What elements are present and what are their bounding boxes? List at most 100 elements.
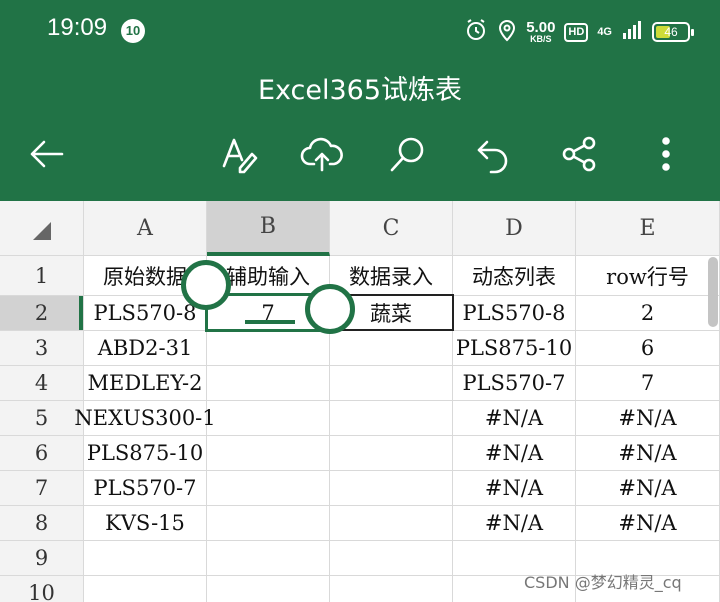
cell-text: #N/A	[484, 511, 544, 535]
cell-d1[interactable]: 动态列表	[453, 256, 576, 296]
cell-c4[interactable]	[330, 366, 453, 401]
column-header-d[interactable]: D	[453, 201, 576, 256]
row-header-6[interactable]: 6	[0, 436, 84, 471]
cell-text: MEDLEY-2	[87, 371, 203, 395]
undo-icon	[473, 134, 513, 178]
search-button[interactable]	[384, 132, 432, 180]
cell-c6[interactable]	[330, 436, 453, 471]
cell-c5[interactable]	[330, 401, 453, 436]
cell-b8[interactable]	[207, 506, 330, 541]
row-header-8[interactable]: 8	[0, 506, 84, 541]
cell-c10[interactable]	[330, 576, 453, 602]
cell-c8[interactable]	[330, 506, 453, 541]
status-bar: 19:09 10 5.00 KB/S HD 4G 46	[0, 0, 720, 62]
cell-e2[interactable]: 2	[576, 296, 720, 331]
cell-text: PLS875-10	[455, 336, 573, 360]
row-header-9[interactable]: 9	[0, 541, 84, 576]
spreadsheet-grid[interactable]: A B C D E 1 原始数据 辅助输入 数据录入 动态列表 row行号 2 PLS570-8 7 蔬菜 P…	[0, 201, 720, 602]
cell-d3[interactable]: PLS875-10	[453, 331, 576, 366]
cell-text: #N/A	[618, 406, 677, 430]
select-all-corner[interactable]	[0, 201, 84, 256]
cell-a8[interactable]: KVS-15	[84, 506, 207, 541]
vertical-scrollbar[interactable]	[708, 257, 718, 327]
row-header-2[interactable]: 2	[0, 296, 84, 331]
column-header-e[interactable]: E	[576, 201, 720, 256]
cell-text: #N/A	[618, 511, 677, 535]
cell-text: KVS-15	[105, 511, 185, 535]
cell-d4[interactable]: PLS570-7	[453, 366, 576, 401]
cell-c3[interactable]	[330, 331, 453, 366]
cell-text: #N/A	[484, 476, 544, 500]
row-header-5[interactable]: 5	[0, 401, 84, 436]
cell-b10[interactable]	[207, 576, 330, 602]
search-icon	[388, 134, 428, 178]
cell-text: 辅助输入	[226, 264, 310, 289]
cell-e3[interactable]: 6	[576, 331, 720, 366]
speed-unit: KB/S	[530, 34, 552, 44]
cell-a5[interactable]: NEXUS300-1	[74, 401, 216, 436]
cell-a10[interactable]	[84, 576, 207, 602]
speed-value: 5.00	[526, 19, 556, 36]
share-button[interactable]	[555, 132, 603, 180]
row-header-1[interactable]: 1	[0, 256, 84, 296]
cell-a7[interactable]: PLS570-7	[84, 471, 207, 506]
cell-d7[interactable]: #N/A	[453, 471, 576, 506]
cell-d5[interactable]: #N/A	[453, 401, 576, 436]
selection-resize-bar[interactable]	[245, 320, 295, 324]
undo-button[interactable]	[469, 132, 517, 180]
location-icon	[497, 18, 517, 46]
cell-a4[interactable]: MEDLEY-2	[84, 366, 207, 401]
back-arrow-icon	[26, 134, 66, 178]
cell-a3[interactable]: ABD2-31	[84, 331, 207, 366]
cell-e5[interactable]: #N/A	[576, 401, 720, 436]
cell-text: PLS570-8	[93, 301, 197, 325]
cell-d8[interactable]: #N/A	[453, 506, 576, 541]
cell-b5[interactable]	[207, 401, 330, 436]
hd-badge: HD	[564, 22, 589, 42]
cell-e6[interactable]: #N/A	[576, 436, 720, 471]
cell-text: #N/A	[484, 441, 544, 465]
cell-b9[interactable]	[207, 541, 330, 576]
select-all-triangle-icon	[33, 222, 51, 240]
row-header-4[interactable]: 4	[0, 366, 84, 401]
more-icon	[654, 134, 678, 178]
cell-e8[interactable]: #N/A	[576, 506, 720, 541]
network-type: 4G	[597, 26, 612, 38]
selection-handle-top-left[interactable]	[181, 260, 231, 310]
cloud-upload-button[interactable]	[298, 132, 346, 180]
more-options-button[interactable]	[642, 132, 690, 180]
cell-text: NEXUS300-1	[74, 406, 216, 430]
back-button[interactable]	[22, 132, 70, 180]
row-header-7[interactable]: 7	[0, 471, 84, 506]
cell-e1[interactable]: row行号	[576, 256, 720, 296]
row-header-3[interactable]: 3	[0, 331, 84, 366]
cell-e7[interactable]: #N/A	[576, 471, 720, 506]
cell-c1[interactable]: 数据录入	[330, 256, 453, 296]
column-header-c[interactable]: C	[330, 201, 453, 256]
cell-b4[interactable]	[207, 366, 330, 401]
cell-b3[interactable]	[207, 331, 330, 366]
cell-c7[interactable]	[330, 471, 453, 506]
column-header-b[interactable]: B	[207, 201, 330, 256]
share-icon	[559, 134, 599, 178]
cell-d2[interactable]: PLS570-8	[453, 296, 576, 331]
cell-c9[interactable]	[330, 541, 453, 576]
edit-text-button[interactable]	[214, 132, 262, 180]
cell-b7[interactable]	[207, 471, 330, 506]
cell-text: 原始数据	[103, 264, 187, 289]
cell-text: PLS570-7	[93, 476, 197, 500]
cell-text: 7	[640, 371, 655, 395]
row-header-10[interactable]: 10	[0, 576, 84, 602]
cell-a6[interactable]: PLS875-10	[84, 436, 207, 471]
column-header-a[interactable]: A	[84, 201, 207, 256]
battery-level: 46	[664, 25, 678, 39]
cell-b6[interactable]	[207, 436, 330, 471]
watermark: CSDN @梦幻精灵_cq	[524, 573, 682, 592]
cell-a9[interactable]	[84, 541, 207, 576]
cell-text: 2	[640, 301, 655, 325]
cell-d6[interactable]: #N/A	[453, 436, 576, 471]
selection-handle-bottom-right[interactable]	[305, 284, 355, 334]
alarm-icon	[464, 18, 488, 46]
cell-e4[interactable]: 7	[576, 366, 720, 401]
status-icons: 5.00 KB/S HD 4G 46	[464, 17, 694, 47]
